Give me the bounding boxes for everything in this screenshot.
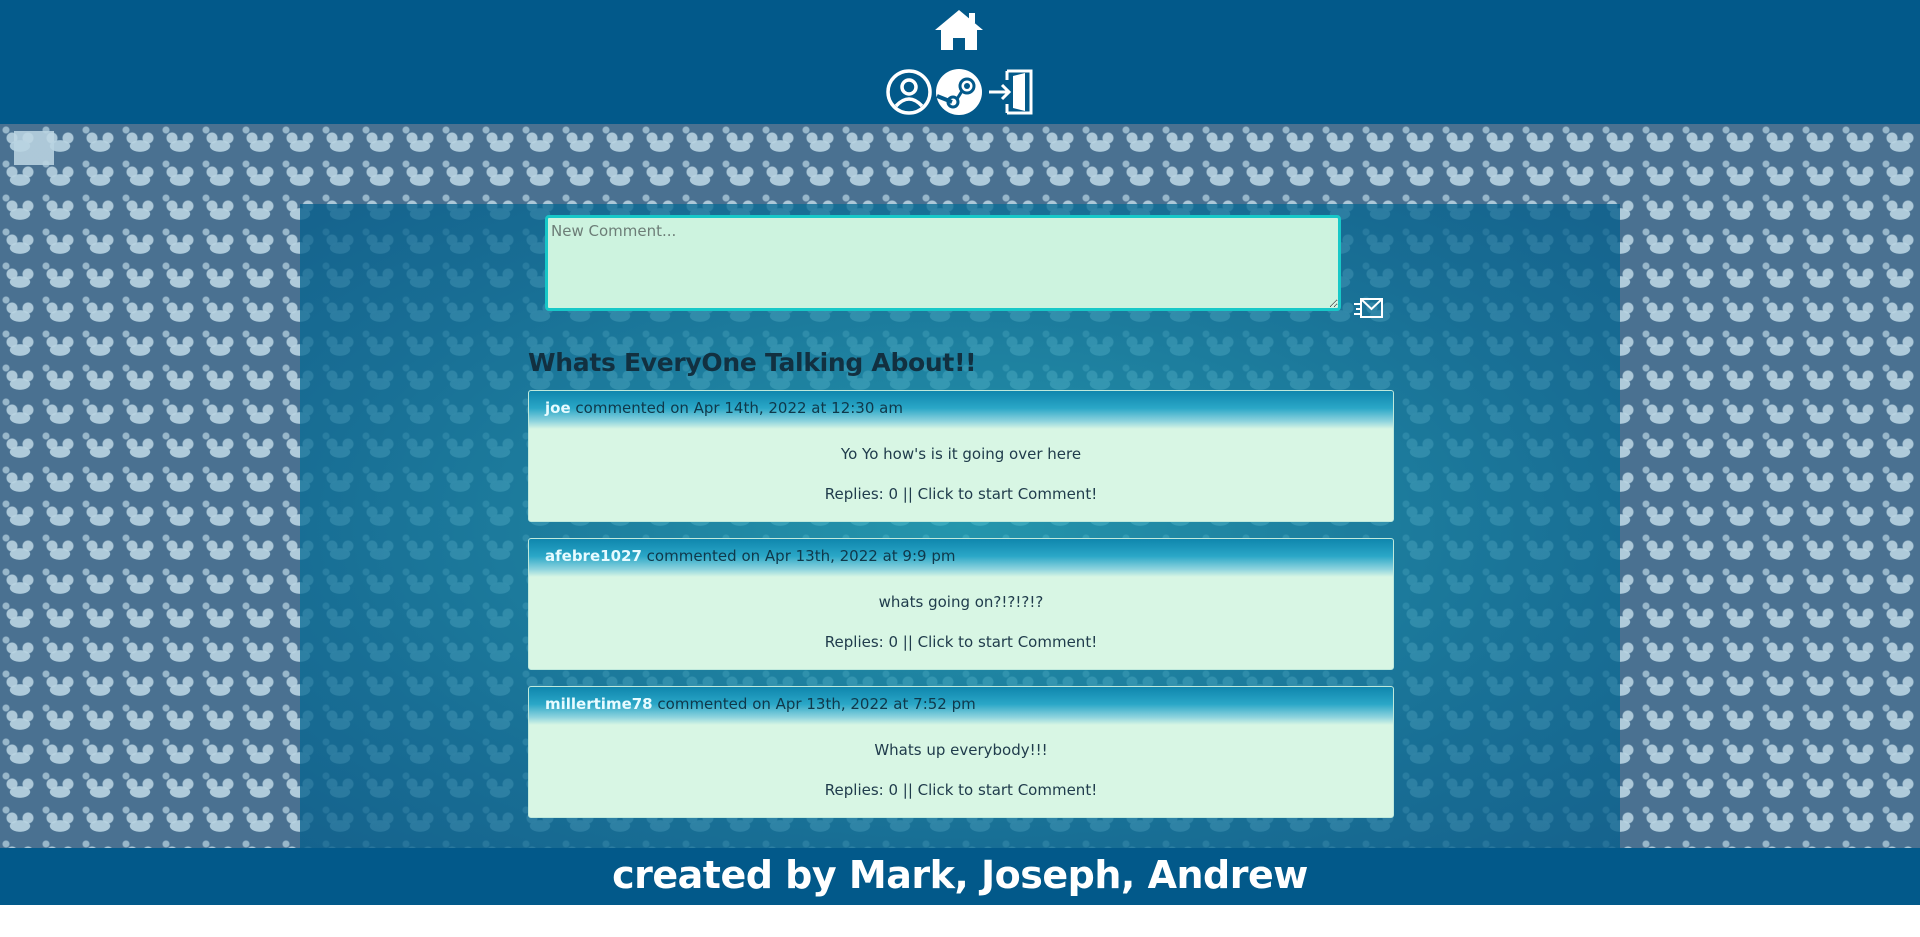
comment-timestamp: commented on Apr 14th, 2022 at 12:30 am bbox=[575, 399, 903, 417]
comment-username[interactable]: afebre1027 bbox=[545, 547, 642, 565]
comment-replies-link[interactable]: Replies: 0 || Click to start Comment! bbox=[529, 781, 1393, 799]
steam-icon[interactable] bbox=[935, 68, 983, 116]
comment-card[interactable]: millertime78 commented on Apr 13th, 2022… bbox=[528, 686, 1394, 818]
send-mail-icon[interactable] bbox=[1354, 296, 1384, 322]
logout-door-icon[interactable] bbox=[987, 68, 1035, 116]
comment-text: whats going on?!?!?!? bbox=[878, 593, 1044, 611]
top-navigation-bar bbox=[0, 0, 1920, 124]
comment-card[interactable]: afebre1027 commented on Apr 13th, 2022 a… bbox=[528, 538, 1394, 670]
new-comment-input[interactable] bbox=[545, 215, 1341, 311]
comment-header: joe commented on Apr 14th, 2022 at 12:30… bbox=[529, 391, 1393, 429]
home-icon[interactable] bbox=[933, 8, 985, 52]
comment-card[interactable]: joe commented on Apr 14th, 2022 at 12:30… bbox=[528, 390, 1394, 522]
comment-username[interactable]: joe bbox=[545, 399, 571, 417]
footer-credits: created by Mark, Joseph, Andrew bbox=[0, 848, 1920, 905]
comment-timestamp: commented on Apr 13th, 2022 at 7:52 pm bbox=[657, 695, 976, 713]
nav-icon-group bbox=[885, 68, 1035, 118]
comment-replies-link[interactable]: Replies: 0 || Click to start Comment! bbox=[529, 485, 1393, 503]
comment-header: afebre1027 commented on Apr 13th, 2022 a… bbox=[529, 539, 1393, 577]
feed-title: Whats EveryOne Talking About!! bbox=[528, 348, 977, 377]
comment-timestamp: commented on Apr 13th, 2022 at 9:9 pm bbox=[646, 547, 956, 565]
comment-header: millertime78 commented on Apr 13th, 2022… bbox=[529, 687, 1393, 725]
comment-text: Yo Yo how's is it going over here bbox=[840, 445, 1082, 463]
user-profile-icon[interactable] bbox=[885, 68, 933, 116]
comment-username[interactable]: millertime78 bbox=[545, 695, 653, 713]
comment-text: Whats up everybody!!! bbox=[874, 741, 1048, 759]
comment-replies-link[interactable]: Replies: 0 || Click to start Comment! bbox=[529, 633, 1393, 651]
